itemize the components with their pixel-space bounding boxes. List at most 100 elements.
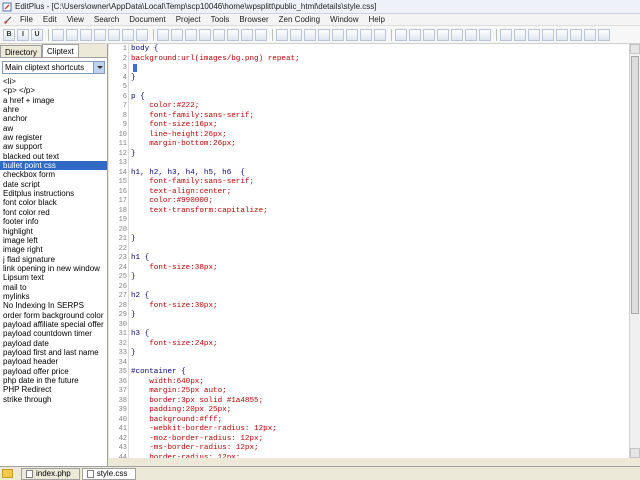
cliptext-item[interactable]: payload first and last name (0, 348, 107, 357)
menu-browser[interactable]: Browser (234, 15, 273, 24)
toolbar-button-14[interactable] (213, 28, 225, 41)
menu-search[interactable]: Search (89, 15, 124, 24)
cliptext-item[interactable]: <p> </p> (0, 86, 107, 95)
toolbar-button-8[interactable] (122, 28, 134, 41)
code-line[interactable]: line-height:26px; (131, 131, 226, 141)
toolbar-button-26[interactable] (395, 28, 407, 41)
toolbar-button-33[interactable] (500, 28, 512, 41)
scroll-thumb[interactable] (631, 56, 639, 314)
toolbar-button-25[interactable] (374, 28, 386, 41)
menu-zen-coding[interactable]: Zen Coding (274, 15, 325, 24)
code-line[interactable]: h1 { (131, 254, 149, 264)
code-line[interactable]: margin:25px auto; (131, 387, 226, 397)
code-line[interactable]: h3 { (131, 330, 149, 340)
cliptext-item[interactable]: payload countdown timer (0, 329, 107, 338)
cliptext-item[interactable]: a href + image (0, 96, 107, 105)
code-line[interactable]: h1, h2, h3, h4, h5, h6 { (131, 169, 245, 179)
cliptext-item[interactable]: font color red (0, 208, 107, 217)
code-line[interactable]: font-size:24px; (131, 340, 217, 350)
toolbar-button-40[interactable] (598, 28, 610, 41)
code-line[interactable]: font-size:16px; (131, 121, 217, 131)
cliptext-item[interactable]: <li> (0, 77, 107, 86)
toolbar-button-34[interactable] (514, 28, 526, 41)
menu-edit[interactable]: Edit (38, 15, 62, 24)
code-line[interactable]: font-size:38px; (131, 264, 217, 274)
menu-view[interactable]: View (62, 15, 89, 24)
toolbar-button-5[interactable] (80, 28, 92, 41)
scroll-up-arrow[interactable] (630, 44, 640, 54)
code-line[interactable]: } (131, 235, 136, 245)
cliptext-item[interactable]: mylinks (0, 292, 107, 301)
toolbar-button-32[interactable] (479, 28, 491, 41)
cliptext-item[interactable]: php date in the future (0, 376, 107, 385)
cliptext-item[interactable]: font color black (0, 198, 107, 207)
toolbar-button-18[interactable] (276, 28, 288, 41)
code-line[interactable]: background:url(images/bg.png) repeat; (131, 55, 300, 65)
toolbar-button-37[interactable] (556, 28, 568, 41)
toolbar-button-2[interactable]: U (31, 28, 43, 41)
toolbar-button-39[interactable] (584, 28, 596, 41)
tab-cliptext[interactable]: Cliptext (42, 44, 79, 57)
toolbar-button-20[interactable] (304, 28, 316, 41)
toolbar-button-1[interactable]: I (17, 28, 29, 41)
code-line[interactable]: body { (131, 45, 158, 55)
cliptext-item[interactable]: payload header (0, 357, 107, 366)
cliptext-item[interactable]: aw register (0, 133, 107, 142)
menu-project[interactable]: Project (171, 15, 206, 24)
chevron-down-icon[interactable] (93, 62, 104, 73)
menu-document[interactable]: Document (124, 15, 170, 24)
toolbar-button-7[interactable] (108, 28, 120, 41)
cliptext-item[interactable]: ahre (0, 105, 107, 114)
code-line[interactable]: -webkit-border-radius: 12px; (131, 425, 277, 435)
code-line[interactable]: color:#222; (131, 102, 199, 112)
menu-help[interactable]: Help (363, 15, 389, 24)
toolbar-button-23[interactable] (346, 28, 358, 41)
code-line[interactable]: font-family:sans-serif; (131, 112, 254, 122)
toolbar-button-22[interactable] (332, 28, 344, 41)
code-line[interactable]: text-align:center; (131, 188, 231, 198)
code-line[interactable]: text-transform:capitalize; (131, 207, 268, 217)
cliptext-item[interactable]: image left (0, 236, 107, 245)
code-line[interactable]: -ms-border-radius: 12px; (131, 444, 258, 454)
toolbar-button-21[interactable] (318, 28, 330, 41)
cliptext-item[interactable]: anchor (0, 114, 107, 123)
cliptext-item[interactable]: mail to (0, 283, 107, 292)
editplus-app-icon[interactable] (2, 2, 12, 12)
toolbar-button-36[interactable] (542, 28, 554, 41)
toolbar-button-24[interactable] (360, 28, 372, 41)
cliptext-item[interactable]: aw support (0, 142, 107, 151)
toolbar-button-35[interactable] (528, 28, 540, 41)
cliptext-item[interactable]: payload affiliate special offer (0, 320, 107, 329)
toolbar-button-11[interactable] (171, 28, 183, 41)
menu-window[interactable]: Window (325, 15, 363, 24)
code-line[interactable]: } (131, 273, 136, 283)
code-line[interactable]: color:#990000; (131, 197, 213, 207)
toolbar-button-12[interactable] (185, 28, 197, 41)
cliptext-item[interactable]: PHP Redirect (0, 385, 107, 394)
cliptext-item[interactable]: image right (0, 245, 107, 254)
cliptext-item[interactable]: j flad signature (0, 255, 107, 264)
doc-tab-style-css[interactable]: style.css (81, 467, 137, 480)
cliptext-item[interactable]: Editplus instructions (0, 189, 107, 198)
menu-file[interactable]: File (15, 15, 38, 24)
code-line[interactable]: background:#fff; (131, 416, 222, 426)
cliptext-item[interactable]: bullet point css (0, 161, 107, 171)
toolbar-button-0[interactable]: B (3, 28, 15, 41)
code-line[interactable]: border:3px solid #1a4855; (131, 397, 263, 407)
code-line[interactable]: width:640px; (131, 378, 204, 388)
cliptext-item[interactable]: date script (0, 180, 107, 189)
cliptext-item[interactable]: blacked out text (0, 152, 107, 161)
document-menu-icon[interactable] (3, 15, 13, 25)
code-line[interactable]: } (131, 349, 136, 359)
toolbar-button-19[interactable] (290, 28, 302, 41)
menu-tools[interactable]: Tools (206, 15, 235, 24)
code-line[interactable]: } (131, 74, 136, 84)
toolbar-button-30[interactable] (451, 28, 463, 41)
cliptext-item[interactable]: payload offer price (0, 367, 107, 376)
code-line[interactable]: h2 { (131, 292, 149, 302)
cliptext-item[interactable]: footer info (0, 217, 107, 226)
code-line[interactable]: padding:20px 25px; (131, 406, 231, 416)
code-line[interactable]: font-family:sans-serif; (131, 178, 254, 188)
vertical-scrollbar[interactable] (629, 44, 640, 458)
cliptext-item[interactable]: No Indexing In SERPS (0, 301, 107, 310)
